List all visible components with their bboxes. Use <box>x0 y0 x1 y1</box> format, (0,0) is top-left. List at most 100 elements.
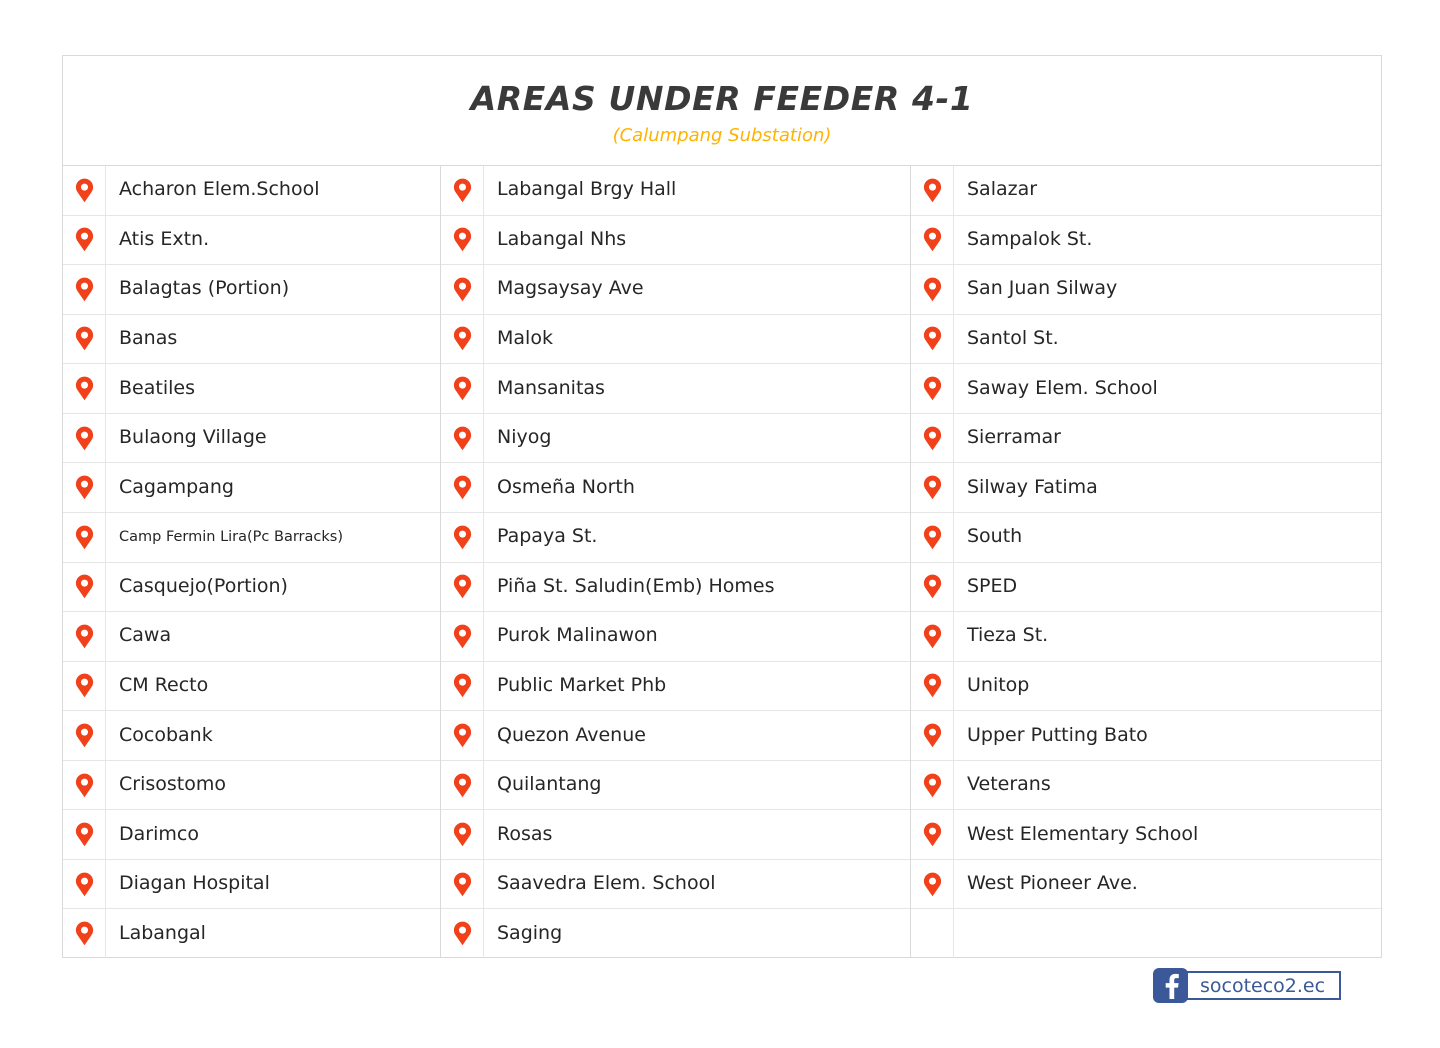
map-pin-icon <box>453 376 472 401</box>
row-icon-cell <box>63 562 106 612</box>
map-pin-icon <box>923 773 942 798</box>
row-label-cell: Casquejo(Portion) <box>106 563 440 612</box>
row-label-cell: Darimco <box>106 810 440 859</box>
row-icon-cell <box>63 612 106 661</box>
area-name: Rosas <box>497 822 553 845</box>
area-name: Diagan Hospital <box>119 872 270 895</box>
row-icon-cell <box>441 909 484 958</box>
row-label-cell: Banas <box>106 315 440 364</box>
table-row: Camp Fermin Lira(Pc Barracks) <box>63 512 440 563</box>
table-row-empty <box>911 909 1381 958</box>
table-row: Sierramar <box>911 413 1381 464</box>
map-pin-icon <box>453 178 472 203</box>
map-pin-icon <box>75 277 94 302</box>
row-icon-cell <box>911 612 954 661</box>
row-icon-cell <box>63 661 106 711</box>
area-name: Balagtas (Portion) <box>119 277 290 300</box>
table-row: Beatiles <box>63 364 440 414</box>
row-icon-cell <box>63 810 106 859</box>
facebook-icon[interactable] <box>1153 968 1188 1003</box>
row-label-cell: Atis Extn. <box>106 216 440 265</box>
area-name: Casquejo(Portion) <box>119 574 288 597</box>
area-name: Crisostomo <box>119 773 226 796</box>
map-pin-icon <box>75 822 94 847</box>
map-pin-icon <box>453 723 472 748</box>
area-name: Labangal Nhs <box>497 227 627 250</box>
area-name: Papaya St. <box>497 525 598 548</box>
map-pin-icon <box>923 326 942 351</box>
table-row: Diagan Hospital <box>63 859 440 910</box>
row-icon-cell <box>63 463 106 512</box>
table-row: Papaya St. <box>441 512 910 563</box>
area-name: CM Recto <box>119 673 209 696</box>
areas-column-1: Acharon Elem.School Atis Extn. Balagtas (P… <box>63 166 441 958</box>
row-label-cell: Upper Putting Bato <box>954 711 1381 760</box>
area-name: Beatiles <box>119 376 195 399</box>
row-icon-cell <box>911 512 954 562</box>
table-row: Darimco <box>63 810 440 860</box>
row-label-cell: West Pioneer Ave. <box>954 860 1381 909</box>
table-row: Cagampang <box>63 463 440 513</box>
table-row: Quilantang <box>441 760 910 811</box>
area-name: Labangal Brgy Hall <box>497 178 677 201</box>
row-label-cell: Beatiles <box>106 364 440 413</box>
row-label-cell: San Juan Silway <box>954 265 1381 314</box>
table-row: Saging <box>441 909 910 958</box>
areas-grid: Acharon Elem.School Atis Extn. Balagtas (P… <box>63 166 1381 958</box>
map-pin-icon <box>923 475 942 500</box>
map-pin-icon <box>453 872 472 897</box>
table-row: Crisostomo <box>63 760 440 811</box>
map-pin-icon <box>75 475 94 500</box>
facebook-url-label[interactable]: socoteco2.ec <box>1176 971 1342 1000</box>
map-pin-icon <box>453 574 472 599</box>
row-label-cell: Mansanitas <box>484 364 910 413</box>
table-row: Malok <box>441 314 910 365</box>
row-label-cell: Quezon Avenue <box>484 711 910 760</box>
table-row: Labangal Brgy Hall <box>441 166 910 216</box>
map-pin-icon <box>923 872 942 897</box>
table-row: Osmeña North <box>441 463 910 513</box>
table-row: Santol St. <box>911 314 1381 365</box>
facebook-badge[interactable]: socoteco2.ec <box>1153 968 1342 1003</box>
map-pin-icon <box>75 773 94 798</box>
map-pin-icon <box>453 277 472 302</box>
row-icon-cell <box>911 413 954 463</box>
row-label-cell: Saging <box>484 909 910 958</box>
map-pin-icon <box>453 673 472 698</box>
area-name: Saavedra Elem. School <box>497 872 716 895</box>
area-name: Quezon Avenue <box>497 723 646 746</box>
row-icon-cell <box>63 711 106 760</box>
map-pin-icon <box>75 872 94 897</box>
area-name: Malok <box>497 327 553 350</box>
area-name: Veterans <box>967 773 1051 796</box>
map-pin-icon <box>75 525 94 550</box>
map-pin-icon <box>923 624 942 649</box>
row-icon-cell <box>441 810 484 859</box>
map-pin-icon <box>75 574 94 599</box>
row-label-cell: Piña St. Saludin(Emb) Homes <box>484 563 910 612</box>
map-pin-icon <box>453 475 472 500</box>
table-row: Sampalok St. <box>911 215 1381 266</box>
row-icon-cell <box>911 711 954 760</box>
row-label-cell: Labangal <box>106 909 440 958</box>
table-row: West Pioneer Ave. <box>911 859 1381 910</box>
row-icon-cell <box>911 760 954 810</box>
row-label-cell: Sampalok St. <box>954 216 1381 265</box>
row-icon-cell <box>441 166 484 215</box>
row-label-cell: Cagampang <box>106 463 440 512</box>
area-name: Camp Fermin Lira(Pc Barracks) <box>119 528 343 545</box>
table-row: Balagtas (Portion) <box>63 265 440 315</box>
row-label-cell: Saway Elem. School <box>954 364 1381 413</box>
area-name: Magsaysay Ave <box>497 277 644 300</box>
row-label-cell: CM Recto <box>106 662 440 711</box>
area-name: Silway Fatima <box>967 475 1098 498</box>
area-name: Piña St. Saludin(Emb) Homes <box>497 574 775 597</box>
area-name: Acharon Elem.School <box>119 178 320 201</box>
row-icon-cell <box>441 463 484 512</box>
row-icon-cell <box>911 215 954 265</box>
map-pin-icon <box>75 624 94 649</box>
row-icon-cell <box>63 314 106 364</box>
table-row: Silway Fatima <box>911 463 1381 513</box>
table-row: Atis Extn. <box>63 215 440 266</box>
row-label-cell: Malok <box>484 315 910 364</box>
